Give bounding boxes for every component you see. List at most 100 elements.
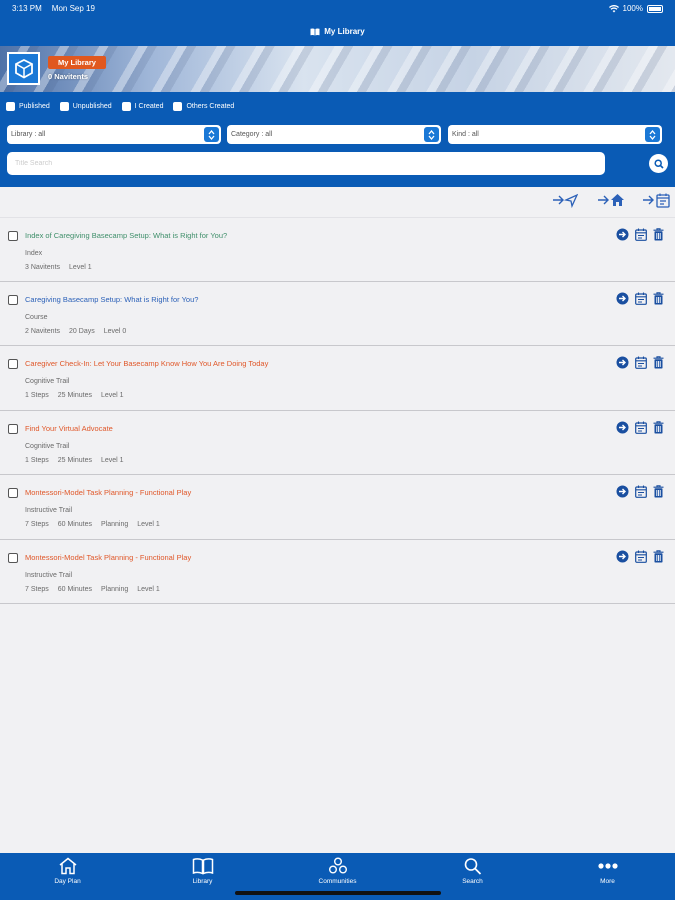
item-title[interactable]: Find Your Virtual Advocate bbox=[25, 424, 113, 433]
item-meta-value: 25 Minutes bbox=[57, 392, 92, 399]
chevron-updown-icon[interactable] bbox=[424, 127, 439, 142]
delete-button[interactable] bbox=[653, 420, 664, 434]
search-icon bbox=[653, 158, 664, 169]
item-kind: Cognitive Trail bbox=[25, 442, 70, 450]
item-meta-value: 60 Minutes bbox=[57, 585, 92, 593]
item-title[interactable]: Caregiver Check-In: Let Your Basecamp Kn… bbox=[25, 359, 268, 368]
schedule-button[interactable] bbox=[635, 550, 647, 563]
item-checkbox[interactable] bbox=[8, 359, 18, 369]
move-home-button[interactable] bbox=[597, 192, 625, 208]
item-checkbox[interactable] bbox=[8, 231, 18, 241]
book-icon bbox=[310, 27, 320, 35]
delete-button[interactable] bbox=[653, 549, 664, 563]
move-to-calendar-icon bbox=[643, 193, 670, 208]
list-item[interactable]: Caregiver Check-In: Let Your Basecamp Kn… bbox=[0, 346, 675, 411]
filter-panel: Published Unpublished I Created Others C… bbox=[0, 92, 675, 187]
item-checkbox[interactable] bbox=[8, 423, 18, 434]
item-checkbox[interactable] bbox=[8, 552, 18, 563]
item-meta-value: 1 Steps bbox=[25, 456, 49, 464]
item-actions bbox=[616, 356, 664, 369]
send-to-icon bbox=[553, 193, 578, 208]
list-item[interactable]: Montessori-Model Task Planning - Functio… bbox=[0, 540, 675, 604]
tab-day-plan[interactable]: Day Plan bbox=[0, 853, 135, 900]
delete-button[interactable] bbox=[653, 356, 664, 369]
item-meta: 7 Steps 60 Minutes Planning Level 1 bbox=[25, 521, 160, 528]
schedule-button[interactable] bbox=[635, 292, 647, 305]
item-meta-value: Level 1 bbox=[101, 392, 124, 399]
checkbox-box[interactable] bbox=[121, 102, 131, 111]
title-search-input[interactable] bbox=[7, 152, 605, 175]
checkbox-box[interactable] bbox=[173, 102, 183, 111]
item-meta: 1 Steps 25 Minutes Level 1 bbox=[25, 457, 124, 464]
trash-icon bbox=[653, 228, 664, 241]
list-item[interactable]: Index of Caregiving Basecamp Setup: What… bbox=[0, 217, 675, 282]
item-actions bbox=[616, 228, 664, 241]
delete-button[interactable] bbox=[653, 485, 664, 498]
published-checkbox[interactable]: Published bbox=[6, 102, 50, 111]
delete-button[interactable] bbox=[653, 228, 664, 241]
trash-icon bbox=[653, 356, 664, 369]
delete-button[interactable] bbox=[653, 291, 664, 305]
item-title[interactable]: Montessori-Model Task Planning - Functio… bbox=[25, 488, 191, 497]
item-meta: 1 Steps 25 Minutes Level 1 bbox=[25, 392, 124, 399]
search-button[interactable] bbox=[649, 154, 668, 173]
trash-icon bbox=[653, 420, 664, 433]
item-meta-value: 7 Steps bbox=[25, 521, 49, 528]
item-title[interactable]: Index of Caregiving Basecamp Setup: What… bbox=[25, 231, 227, 240]
checkbox-box[interactable] bbox=[59, 102, 69, 111]
wifi-icon bbox=[608, 4, 619, 12]
tab-more[interactable]: More bbox=[540, 853, 675, 900]
item-meta-value: 25 Minutes bbox=[57, 456, 92, 464]
book-icon bbox=[192, 858, 213, 875]
calendar-icon bbox=[635, 550, 647, 563]
nav-bar: My Library bbox=[0, 17, 675, 46]
library-logo bbox=[7, 52, 40, 85]
go-arrow-icon bbox=[616, 485, 629, 498]
schedule-button[interactable] bbox=[635, 485, 647, 498]
chevron-updown-icon[interactable] bbox=[645, 127, 660, 142]
kind-select[interactable]: Kind : all bbox=[448, 125, 662, 144]
unpublished-checkbox[interactable]: Unpublished bbox=[59, 102, 112, 111]
item-meta: 3 Navitents Level 1 bbox=[25, 264, 92, 271]
item-checkbox[interactable] bbox=[8, 488, 18, 498]
item-kind: Index bbox=[25, 250, 43, 257]
library-select[interactable]: Library : all bbox=[7, 125, 221, 144]
chevron-updown-icon[interactable] bbox=[204, 127, 219, 142]
battery-icon bbox=[647, 4, 663, 13]
open-button[interactable] bbox=[616, 485, 629, 498]
item-actions bbox=[616, 291, 664, 305]
item-title[interactable]: Montessori-Model Task Planning - Functio… bbox=[25, 553, 191, 562]
send-to-button[interactable] bbox=[552, 192, 578, 208]
item-actions bbox=[616, 549, 664, 563]
schedule-button[interactable] bbox=[635, 228, 647, 241]
list-item[interactable]: Montessori-Model Task Planning - Functio… bbox=[0, 475, 675, 540]
move-calendar-button[interactable] bbox=[642, 192, 670, 208]
move-home-icon bbox=[598, 194, 624, 206]
navitent-count: 0 Navitents bbox=[48, 72, 89, 81]
open-button[interactable] bbox=[616, 356, 629, 369]
checkbox-box[interactable] bbox=[6, 102, 15, 111]
open-button[interactable] bbox=[616, 550, 629, 563]
schedule-button[interactable] bbox=[635, 356, 647, 369]
list-item[interactable]: Find Your Virtual Advocate Cognitive Trai… bbox=[0, 411, 675, 475]
item-checkbox[interactable] bbox=[8, 294, 18, 305]
trash-icon bbox=[653, 485, 664, 498]
go-arrow-icon bbox=[616, 228, 629, 241]
open-button[interactable] bbox=[616, 292, 629, 305]
home-indicator[interactable] bbox=[235, 891, 441, 895]
item-kind: Cognitive Trail bbox=[25, 378, 70, 385]
category-select[interactable]: Category : all bbox=[227, 125, 441, 144]
item-title[interactable]: Caregiving Basecamp Setup: What is Right… bbox=[25, 295, 198, 304]
status-bar: 3:13 PM Mon Sep 19 100% bbox=[0, 0, 675, 17]
status-date: Mon Sep 19 bbox=[51, 4, 95, 13]
open-button[interactable] bbox=[616, 421, 629, 434]
item-meta-value: Level 0 bbox=[103, 327, 127, 335]
i-created-checkbox[interactable]: I Created bbox=[121, 102, 163, 111]
schedule-button[interactable] bbox=[635, 421, 647, 434]
library-banner: My Library 0 Navitents bbox=[0, 46, 675, 92]
others-created-checkbox[interactable]: Others Created bbox=[173, 102, 234, 111]
calendar-icon bbox=[635, 228, 647, 241]
open-button[interactable] bbox=[616, 228, 629, 241]
list-item[interactable]: Caregiving Basecamp Setup: What is Right… bbox=[0, 282, 675, 346]
battery-percent: 100% bbox=[622, 4, 643, 13]
